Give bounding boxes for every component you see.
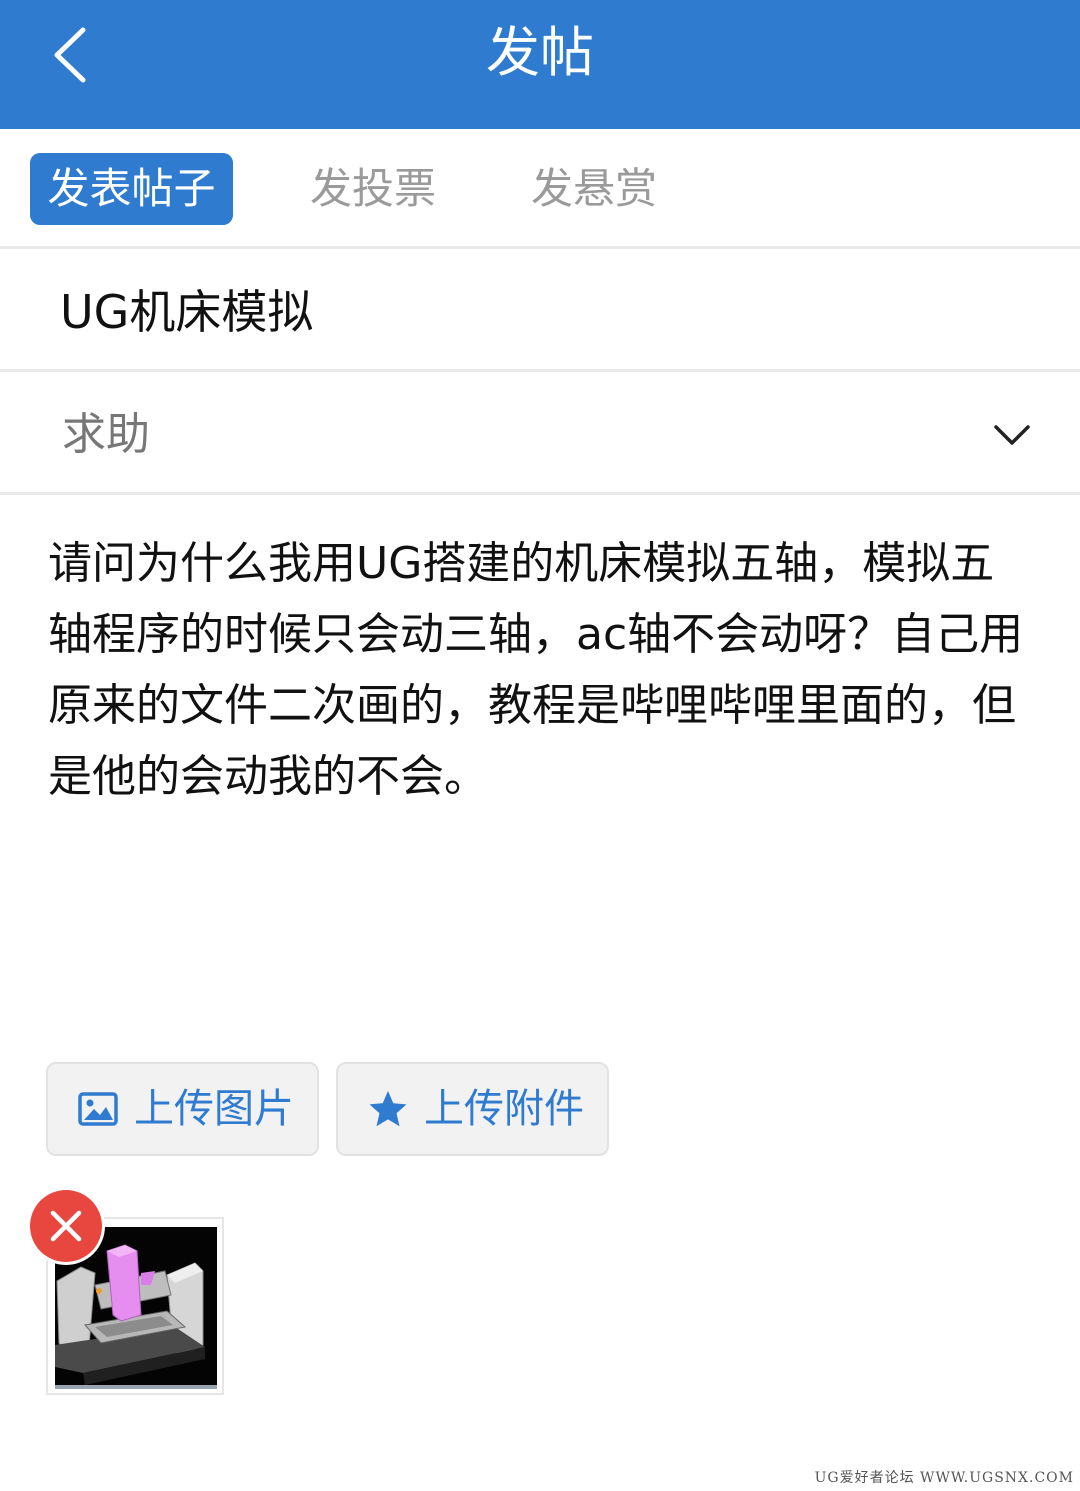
tab-reward[interactable]: 发悬赏 bbox=[524, 153, 664, 225]
tab-post[interactable]: 发表帖子 bbox=[30, 153, 233, 225]
page-title: 发帖 bbox=[486, 21, 594, 84]
category-value: 求助 bbox=[62, 409, 150, 460]
content-textarea[interactable]: 请问为什么我用UG搭建的机床模拟五轴，模拟五轴程序的时候只会动三轴，ac轴不会动… bbox=[48, 528, 1038, 1038]
chevron-down-icon bbox=[994, 425, 1030, 445]
star-icon bbox=[369, 1091, 407, 1127]
title-input[interactable]: UG机床模拟 bbox=[60, 252, 1040, 372]
category-select[interactable]: 求助 bbox=[0, 375, 1080, 495]
upload-image-button[interactable]: 上传图片 bbox=[46, 1062, 319, 1156]
remove-attachment-button[interactable] bbox=[30, 1190, 102, 1262]
image-icon bbox=[78, 1092, 118, 1126]
upload-image-label: 上传图片 bbox=[134, 1086, 294, 1132]
close-icon bbox=[50, 1210, 82, 1242]
tab-vote[interactable]: 发投票 bbox=[303, 153, 443, 225]
watermark: UG爱好者论坛 WWW.UGSNX.COM bbox=[814, 1470, 1074, 1486]
title-row: UG机床模拟 bbox=[0, 252, 1080, 372]
upload-attachment-label: 上传附件 bbox=[424, 1086, 584, 1132]
app-header: 发帖 bbox=[0, 0, 1080, 129]
upload-attachment-button[interactable]: 上传附件 bbox=[336, 1062, 609, 1156]
post-page: 发帖 发表帖子 发投票 发悬赏 UG机床模拟 求助 请问为什么我用UG搭建的机床… bbox=[0, 0, 1080, 1491]
post-type-tabs: 发表帖子 发投票 发悬赏 bbox=[0, 129, 1080, 249]
